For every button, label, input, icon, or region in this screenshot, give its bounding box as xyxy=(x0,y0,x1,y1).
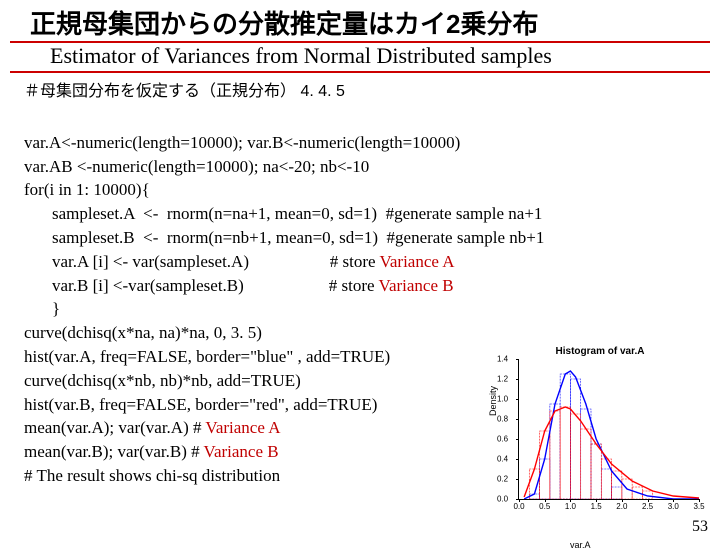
variance-a-label: Variance A xyxy=(205,418,280,437)
y-tick: 0.6 xyxy=(497,435,508,444)
variance-b-label: Variance B xyxy=(379,276,454,295)
variance-a-label: Variance A xyxy=(379,252,454,271)
code-line: hist(var.A, freq=FALSE, border="blue" , … xyxy=(24,347,390,366)
y-tick: 0.2 xyxy=(497,475,508,484)
header-comment: ＃母集団分布を仮定する（正規分布） 4. 4. 5 xyxy=(0,73,720,105)
plot-area: 0.00.20.40.60.81.01.21.40.00.51.01.52.02… xyxy=(518,359,699,500)
code-line: sampleset.B <- rnorm(n=nb+1, mean=0, sd=… xyxy=(24,226,544,250)
chart-curves xyxy=(519,359,699,499)
code-line: } xyxy=(24,297,60,321)
code-line: mean(var.A); var(var.A) # Variance A xyxy=(24,418,280,437)
y-tick: 0.0 xyxy=(497,495,508,504)
x-axis-label: var.A xyxy=(570,540,591,550)
code-line: var.AB <-numeric(length=10000); na<-20; … xyxy=(24,157,369,176)
code-line: mean(var.B); var(var.B) # Variance B xyxy=(24,442,279,461)
x-tick: 1.5 xyxy=(591,502,602,511)
x-tick: 3.5 xyxy=(693,502,704,511)
y-tick: 1.4 xyxy=(497,355,508,364)
code-line: curve(dchisq(x*nb, nb)*nb, add=TRUE) xyxy=(24,371,301,390)
y-tick: 1.0 xyxy=(497,395,508,404)
code-line: var.A<-numeric(length=10000); var.B<-num… xyxy=(24,133,460,152)
x-tick: 0.0 xyxy=(513,502,524,511)
x-tick: 3.0 xyxy=(668,502,679,511)
code-line: curve(dchisq(x*na, na)*na, 0, 3. 5) xyxy=(24,323,262,342)
variance-b-label: Variance B xyxy=(204,442,279,461)
code-line: for(i in 1: 10000){ xyxy=(24,180,150,199)
code-line: var.A [i] <- var(sampleset.A) # store Va… xyxy=(24,250,455,274)
title-en: Estimator of Variances from Normal Distr… xyxy=(10,43,710,73)
histogram-chart: Histogram of var.A Density 0.00.20.40.60… xyxy=(490,346,710,526)
x-tick: 2.5 xyxy=(642,502,653,511)
y-tick: 0.4 xyxy=(497,455,508,464)
code-line: # The result shows chi-sq distribution xyxy=(24,466,280,485)
title-jp: 正規母集団からの分散推定量はカイ2乗分布 xyxy=(10,0,710,43)
x-tick: 1.0 xyxy=(565,502,576,511)
x-tick: 2.0 xyxy=(616,502,627,511)
page-number: 53 xyxy=(692,518,708,536)
code-line: sampleset.A <- rnorm(n=na+1, mean=0, sd=… xyxy=(24,202,542,226)
code-line: hist(var.B, freq=FALSE, border="red", ad… xyxy=(24,395,377,414)
code-line: var.B [i] <-var(sampleset.B) # store Var… xyxy=(24,274,454,298)
chart-title: Histogram of var.A xyxy=(490,346,710,357)
y-tick: 0.8 xyxy=(497,415,508,424)
x-tick: 0.5 xyxy=(539,502,550,511)
y-tick: 1.2 xyxy=(497,375,508,384)
